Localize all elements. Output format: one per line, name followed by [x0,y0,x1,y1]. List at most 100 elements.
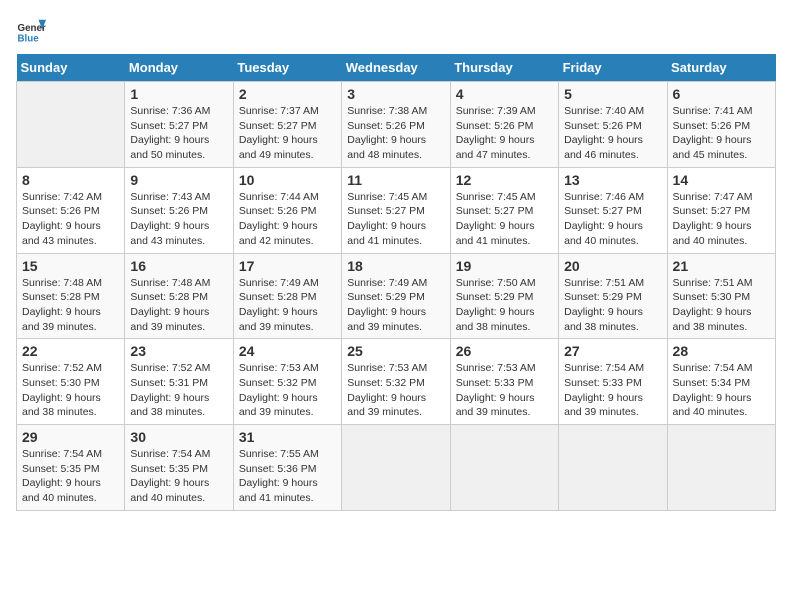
calendar-cell: 28Sunrise: 7:54 AM Sunset: 5:34 PM Dayli… [667,339,775,425]
header-day-tuesday: Tuesday [233,54,341,82]
day-number: 4 [456,86,553,102]
day-number: 8 [22,172,119,188]
week-row-4: 29 Sunrise: 7:54 AM Sunset: 5:35 PM Dayli… [17,425,776,511]
day-number: 19 [456,258,553,274]
header-row: SundayMondayTuesdayWednesdayThursdayFrid… [17,54,776,82]
calendar-cell: 4 Sunrise: 7:39 AM Sunset: 5:26 PM Daylig… [450,82,558,168]
day-number: 17 [239,258,336,274]
day-number: 23 [130,343,227,359]
week-row-2: 15 Sunrise: 7:48 AM Sunset: 5:28 PM Dayli… [17,253,776,339]
day-number: 31 [239,429,336,445]
calendar-cell: 17 Sunrise: 7:49 AM Sunset: 5:28 PM Dayli… [233,253,341,339]
calendar-cell: 10Sunrise: 7:44 AM Sunset: 5:26 PM Dayli… [233,167,341,253]
day-info: Sunrise: 7:52 AM Sunset: 5:30 PM Dayligh… [22,361,119,420]
day-number: 6 [673,86,770,102]
week-row-1: 8 Sunrise: 7:42 AM Sunset: 5:26 PM Daylig… [17,167,776,253]
day-info: Sunrise: 7:36 AM Sunset: 5:27 PM Dayligh… [130,104,227,163]
calendar-cell: 23 Sunrise: 7:52 AM Sunset: 5:31 PM Dayli… [125,339,233,425]
day-info: Sunrise: 7:48 AM Sunset: 5:28 PM Dayligh… [130,276,227,335]
day-info: Sunrise: 7:38 AM Sunset: 5:26 PM Dayligh… [347,104,444,163]
day-number: 2 [239,86,336,102]
day-info: Sunrise: 7:41 AM Sunset: 5:26 PM Dayligh… [673,104,770,163]
day-number: 29 [22,429,119,445]
calendar-cell: 14 Sunrise: 7:47 AM Sunset: 5:27 PM Dayli… [667,167,775,253]
calendar-cell: 11 Sunrise: 7:45 AM Sunset: 5:27 PM Dayli… [342,167,450,253]
calendar-cell: 8 Sunrise: 7:42 AM Sunset: 5:26 PM Daylig… [17,167,125,253]
day-info: Sunrise: 7:49 AM Sunset: 5:29 PM Dayligh… [347,276,444,335]
header-day-friday: Friday [559,54,667,82]
day-number: 20 [564,258,661,274]
calendar-cell: 18 Sunrise: 7:49 AM Sunset: 5:29 PM Dayli… [342,253,450,339]
day-info: Sunrise: 7:40 AM Sunset: 5:26 PM Dayligh… [564,104,661,163]
day-info: Sunrise: 7:51 AM Sunset: 5:30 PM Dayligh… [673,276,770,335]
day-number: 10 [239,172,336,188]
calendar-cell: 9 Sunrise: 7:43 AM Sunset: 5:26 PM Daylig… [125,167,233,253]
calendar-cell [17,82,125,168]
day-info: Sunrise: 7:53 AM Sunset: 5:32 PM Dayligh… [347,361,444,420]
week-row-0: 1Sunrise: 7:36 AM Sunset: 5:27 PM Daylig… [17,82,776,168]
calendar-cell: 31 Sunrise: 7:55 AM Sunset: 5:36 PM Dayli… [233,425,341,511]
calendar-body: 1Sunrise: 7:36 AM Sunset: 5:27 PM Daylig… [17,82,776,511]
day-info: Sunrise: 7:42 AM Sunset: 5:26 PM Dayligh… [22,190,119,249]
day-number: 18 [347,258,444,274]
calendar-cell: 19 Sunrise: 7:50 AM Sunset: 5:29 PM Dayli… [450,253,558,339]
calendar-cell: 3 Sunrise: 7:38 AM Sunset: 5:26 PM Daylig… [342,82,450,168]
calendar-cell: 15 Sunrise: 7:48 AM Sunset: 5:28 PM Dayli… [17,253,125,339]
day-number: 15 [22,258,119,274]
day-number: 24 [239,343,336,359]
day-info: Sunrise: 7:49 AM Sunset: 5:28 PM Dayligh… [239,276,336,335]
calendar-cell [559,425,667,511]
header-day-saturday: Saturday [667,54,775,82]
calendar-header: SundayMondayTuesdayWednesdayThursdayFrid… [17,54,776,82]
day-info: Sunrise: 7:43 AM Sunset: 5:26 PM Dayligh… [130,190,227,249]
week-row-3: 22 Sunrise: 7:52 AM Sunset: 5:30 PM Dayli… [17,339,776,425]
header-day-thursday: Thursday [450,54,558,82]
calendar-cell: 26Sunrise: 7:53 AM Sunset: 5:33 PM Dayli… [450,339,558,425]
calendar-cell: 22 Sunrise: 7:52 AM Sunset: 5:30 PM Dayli… [17,339,125,425]
calendar-table: SundayMondayTuesdayWednesdayThursdayFrid… [16,54,776,511]
calendar-cell: 2 Sunrise: 7:37 AM Sunset: 5:27 PM Daylig… [233,82,341,168]
day-number: 11 [347,172,444,188]
header-day-monday: Monday [125,54,233,82]
header-day-wednesday: Wednesday [342,54,450,82]
day-info: Sunrise: 7:53 AM Sunset: 5:32 PM Dayligh… [239,361,336,420]
calendar-cell: 6 Sunrise: 7:41 AM Sunset: 5:26 PM Daylig… [667,82,775,168]
day-info: Sunrise: 7:48 AM Sunset: 5:28 PM Dayligh… [22,276,119,335]
day-number: 22 [22,343,119,359]
day-info: Sunrise: 7:54 AM Sunset: 5:35 PM Dayligh… [22,447,119,506]
day-number: 14 [673,172,770,188]
calendar-cell: 13 Sunrise: 7:46 AM Sunset: 5:27 PM Dayli… [559,167,667,253]
calendar-cell: 20 Sunrise: 7:51 AM Sunset: 5:29 PM Dayli… [559,253,667,339]
calendar-cell: 5 Sunrise: 7:40 AM Sunset: 5:26 PM Daylig… [559,82,667,168]
calendar-cell: 29 Sunrise: 7:54 AM Sunset: 5:35 PM Dayli… [17,425,125,511]
calendar-cell: 24 Sunrise: 7:53 AM Sunset: 5:32 PM Dayli… [233,339,341,425]
day-info: Sunrise: 7:55 AM Sunset: 5:36 PM Dayligh… [239,447,336,506]
day-number: 3 [347,86,444,102]
day-number: 26 [456,343,553,359]
calendar-cell: 16 Sunrise: 7:48 AM Sunset: 5:28 PM Dayli… [125,253,233,339]
day-number: 5 [564,86,661,102]
day-info: Sunrise: 7:37 AM Sunset: 5:27 PM Dayligh… [239,104,336,163]
day-number: 13 [564,172,661,188]
day-number: 25 [347,343,444,359]
header-day-sunday: Sunday [17,54,125,82]
day-info: Sunrise: 7:54 AM Sunset: 5:35 PM Dayligh… [130,447,227,506]
day-number: 30 [130,429,227,445]
day-number: 9 [130,172,227,188]
calendar-cell: 27Sunrise: 7:54 AM Sunset: 5:33 PM Dayli… [559,339,667,425]
calendar-cell [342,425,450,511]
day-info: Sunrise: 7:51 AM Sunset: 5:29 PM Dayligh… [564,276,661,335]
day-info: Sunrise: 7:54 AM Sunset: 5:34 PM Dayligh… [673,361,770,420]
day-info: Sunrise: 7:47 AM Sunset: 5:27 PM Dayligh… [673,190,770,249]
calendar-cell: 30 Sunrise: 7:54 AM Sunset: 5:35 PM Dayli… [125,425,233,511]
day-info: Sunrise: 7:45 AM Sunset: 5:27 PM Dayligh… [456,190,553,249]
day-number: 16 [130,258,227,274]
day-info: Sunrise: 7:45 AM Sunset: 5:27 PM Dayligh… [347,190,444,249]
calendar-cell: 21Sunrise: 7:51 AM Sunset: 5:30 PM Dayli… [667,253,775,339]
calendar-cell: 1Sunrise: 7:36 AM Sunset: 5:27 PM Daylig… [125,82,233,168]
day-info: Sunrise: 7:50 AM Sunset: 5:29 PM Dayligh… [456,276,553,335]
day-info: Sunrise: 7:46 AM Sunset: 5:27 PM Dayligh… [564,190,661,249]
day-number: 12 [456,172,553,188]
day-info: Sunrise: 7:39 AM Sunset: 5:26 PM Dayligh… [456,104,553,163]
day-info: Sunrise: 7:52 AM Sunset: 5:31 PM Dayligh… [130,361,227,420]
